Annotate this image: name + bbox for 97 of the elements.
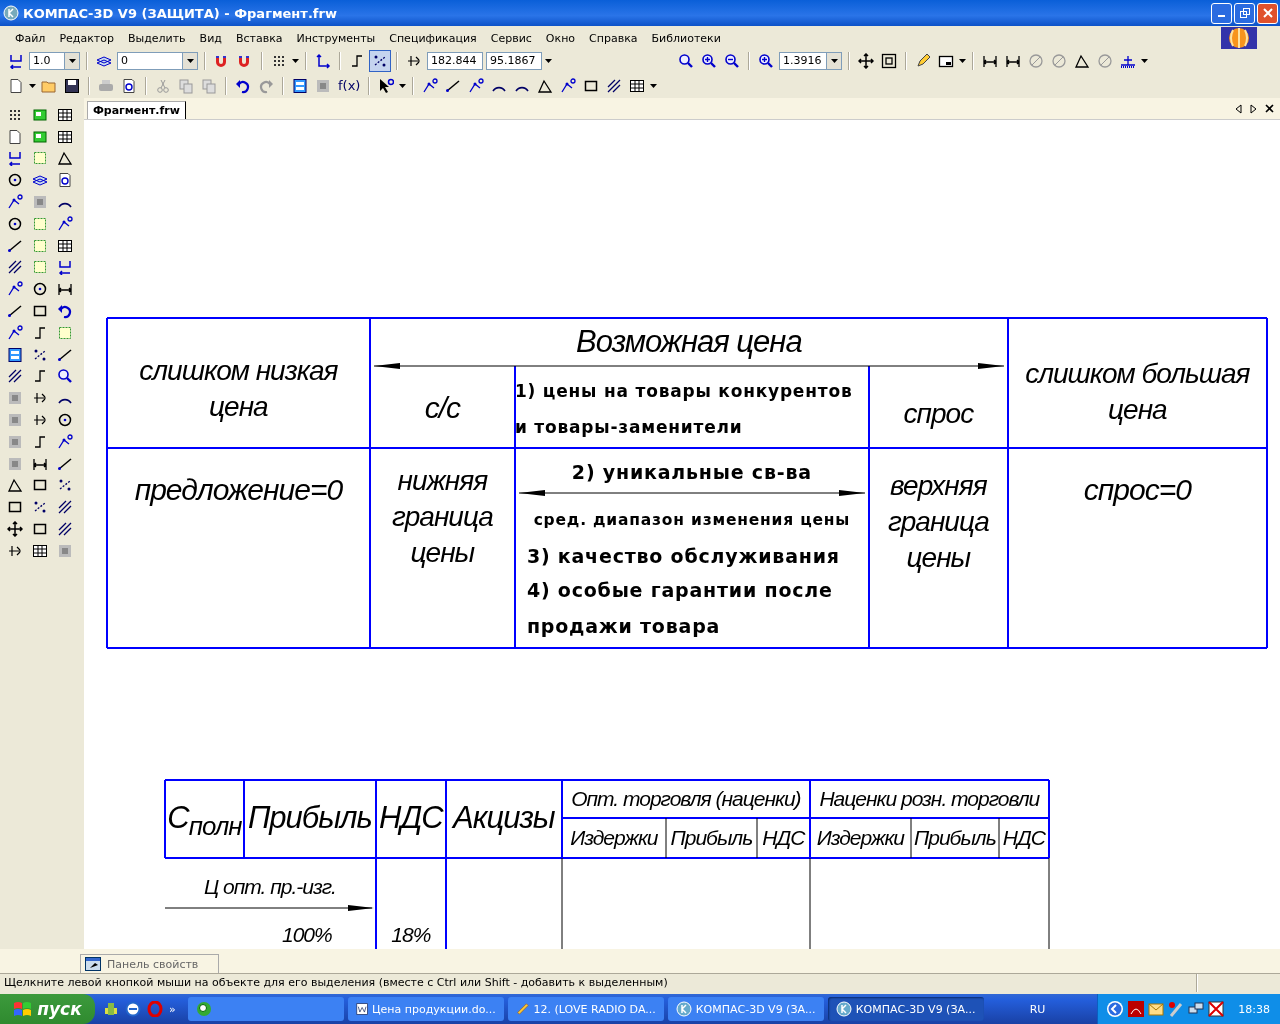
minimize-button[interactable] [1211,2,1232,24]
step-field[interactable]: 1.0 [29,51,65,70]
caret-icon[interactable] [399,83,407,88]
clock: 18:38 [1238,1002,1270,1016]
menu-item[interactable]: Выделить [120,31,193,45]
menu-item[interactable]: Окно [538,31,583,45]
move-icon[interactable] [856,50,876,71]
app-logo-icon [675,1001,692,1017]
dropdown-button[interactable] [183,51,198,70]
language-indicator[interactable]: RU [1029,1002,1046,1016]
restore-icon [1239,8,1250,18]
taskbar-button[interactable]: Цена продукции.do... [347,997,504,1021]
drawing-label: Ц опт. пр.-изг. [202,874,337,900]
drawing-label: Издержки [815,825,906,851]
drawing-label: верхняя граница цены [886,469,990,575]
more-button[interactable]: » [169,1003,176,1016]
drawing-label: слишком большая цена [1024,357,1251,427]
document-icon [355,1001,369,1017]
envelope-icon[interactable] [1148,1001,1165,1017]
panel-icon [85,957,101,971]
caret-icon[interactable] [1141,58,1148,63]
menu-item[interactable]: Библиотеки [644,31,728,45]
drawing-note: 2) уникальные св-ва [570,460,813,485]
scroll-right-icon[interactable] [1250,104,1257,114]
drawing-note: 4) особые гарантии после продажи товара [526,578,834,639]
app-logo-icon [835,1001,852,1017]
menu-item[interactable]: Справка [582,31,645,45]
menu-item[interactable]: Инструменты [289,31,383,45]
drawing-note: 1) цены на товары конкурентов и товары-заменители [514,380,854,439]
caret-icon [186,58,194,63]
drawing-label: Акцизы [450,799,556,837]
window-title: КОМПАС-3D V9 (ЗАЩИТА) - Фрагмент.frw [23,5,337,21]
chevron-icon[interactable] [1106,1000,1125,1018]
drawing-label: 100% [281,922,333,948]
drawing-label: НДС [378,799,445,837]
device-icon[interactable] [103,1001,119,1017]
drawing-label: спрос=0 [1082,472,1193,508]
caret-icon [830,58,838,63]
taskbar-button[interactable]: КОМПАС-3D V9 (ЗА... [827,997,984,1021]
drawing-label: Прибыль [913,825,997,851]
move-icon[interactable] [4,519,25,540]
taskbar-button[interactable]: 12. (LOVE RADIO DA... [507,997,664,1021]
taskbar-button[interactable]: КОМПАС-3D V9 (ЗА... [667,997,824,1021]
caret-icon[interactable] [292,58,299,63]
caret-icon[interactable] [545,58,552,63]
menu-item[interactable]: Файл [8,31,53,45]
scroll-left-icon[interactable] [1235,104,1242,114]
menu-item[interactable]: Спецификация [382,31,484,45]
drawing-label: спрос [902,397,975,431]
close-icon [1262,8,1273,18]
drawing-label: С$_{полн}$ [166,799,243,843]
drawing-label: Издержки [569,825,659,851]
x-coordinate-field[interactable]: 182.844 [427,51,483,70]
scale-field[interactable]: 1.3916 [779,51,827,70]
caret-icon [68,58,76,63]
pdf-icon[interactable] [1128,1001,1145,1017]
dropdown-button[interactable] [65,51,80,70]
drawing-label: НДС [761,825,807,851]
snap-icon[interactable] [370,50,390,71]
drawing-label: Возможная цена [575,324,803,360]
dropdown-button[interactable] [827,51,842,70]
properties-panel-tab[interactable]: Панель свойств [80,954,220,973]
drawing-label: Прибыль [246,799,373,837]
menu-item[interactable]: Сервис [483,31,539,45]
drawing-note: 3) качество обслуживания [526,544,841,569]
drawing-label: НДС [1001,825,1047,851]
menu-item[interactable]: Вставка [228,31,290,45]
function-button[interactable]: f(x) [336,78,363,93]
restore-button[interactable] [1234,2,1255,24]
app-logo-icon [3,5,19,21]
pencil-icon [515,1001,530,1017]
network-icon[interactable] [1188,1001,1205,1017]
drawing-label: Прибыль [669,825,754,851]
drawing-note: сред. диапазон изменения цены [532,510,852,531]
status-text: Щелкните левой кнопкой мыши на объекте для его выделения (вместе с Ctrl или Shift - добавить к выделенным) [0,974,1197,992]
layer-field[interactable]: 0 [117,51,183,70]
menu-item[interactable]: Редактор [52,31,121,45]
drawing-label: Наценки розн. торговли [818,786,1041,812]
drawing-label: 18% [390,922,432,948]
caret-icon[interactable] [650,83,658,88]
menu-item[interactable]: Вид [192,31,229,45]
start-button[interactable]: пуск [0,994,95,1024]
drawing-label: слишком низкая цена [138,354,339,424]
drawing-label: с/с [423,390,462,426]
caret-icon[interactable] [959,58,966,63]
crossed-screen-icon[interactable] [1208,1001,1225,1017]
antenna-icon[interactable] [1168,1001,1185,1017]
y-coordinate-field[interactable]: 95.1867 [486,51,542,70]
caret-icon[interactable] [29,83,36,88]
drawing-label: предложение=0 [133,472,344,508]
drawing-label: нижняя граница цены [390,464,494,570]
document-tab[interactable]: Фрагмент.frw [86,101,186,119]
drawing-label: Опт. торговля (наценки) [570,786,802,812]
close-button[interactable] [1257,2,1278,24]
flag-icon [13,1000,34,1018]
magnifier-icon [195,1001,212,1017]
close-icon[interactable] [1265,104,1274,113]
